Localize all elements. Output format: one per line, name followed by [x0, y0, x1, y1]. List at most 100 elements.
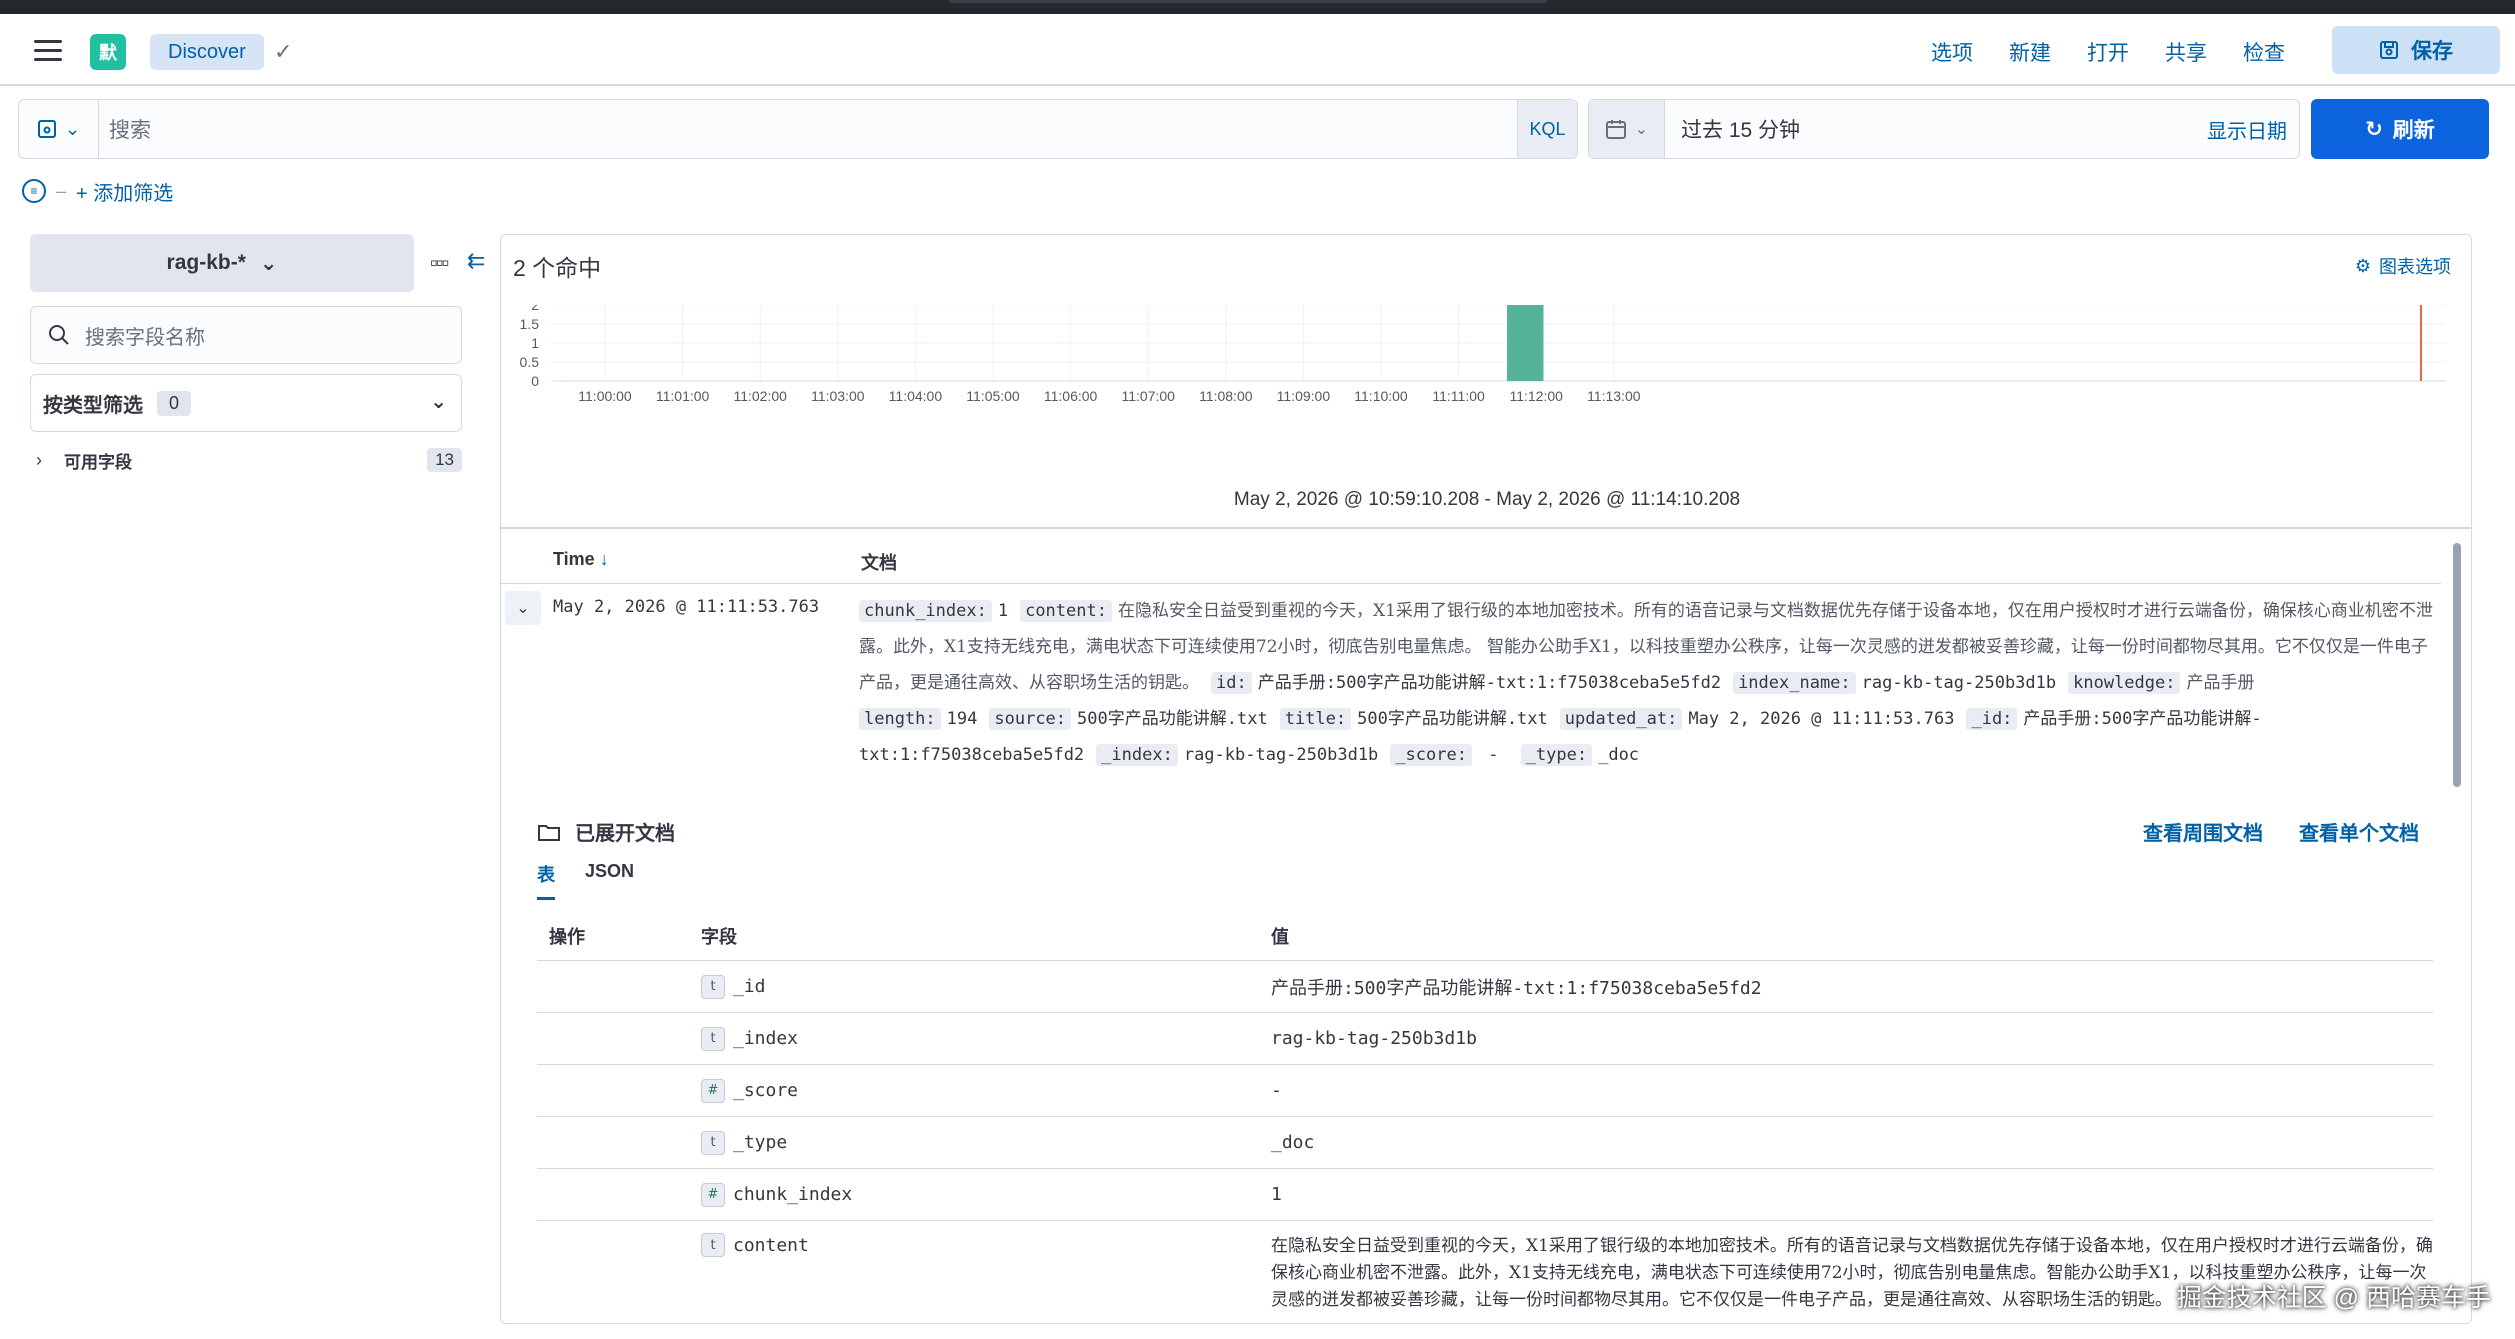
save-icon: [2380, 41, 2398, 59]
chart-options-button[interactable]: ⚙ 图表选项: [2355, 253, 2451, 279]
hit-count: 2 个命中: [513, 255, 602, 281]
table-row: # chunk_index 1: [537, 1169, 2433, 1221]
table-row: t _index rag-kb-tag-250b3d1b: [537, 1013, 2433, 1065]
inspect-link[interactable]: 检查: [2243, 37, 2285, 67]
doc-field-key: source:: [989, 708, 1072, 730]
field-name: _type: [733, 1132, 788, 1153]
field-name: _score: [733, 1080, 799, 1101]
table-row: t _id 产品手册:500字产品功能讲解-txt:1:f75038ceba5e5f…: [537, 961, 2433, 1013]
time-range-label[interactable]: 过去 15 分钟: [1681, 100, 1800, 158]
filter-by-type[interactable]: 按类型筛选 0 ⌄: [30, 374, 462, 432]
gear-icon: ⚙: [2354, 255, 2371, 276]
sort-arrow-icon[interactable]: ↓: [600, 549, 609, 569]
time-range-caption: May 2, 2026 @ 10:59:10.208 - May 2, 2026…: [1233, 489, 1741, 510]
expanded-doc-title: 已展开文档: [537, 817, 675, 846]
filter-row: ≡ – + 添加筛选: [22, 176, 173, 206]
doc-field-value: May 2, 2026 @ 11:11:53.763: [1688, 709, 1955, 729]
doc-field-key: index_name:: [1733, 672, 1856, 694]
view-single-link[interactable]: 查看单个文档: [2299, 817, 2419, 846]
table-row: t _type _doc: [537, 1117, 2433, 1169]
doc-field-value: _doc: [1598, 745, 1640, 765]
doc-field-value: 产品手册:500字产品功能讲解-txt:1:f75038ceba5e5fd2: [1257, 673, 1722, 693]
number-type-icon: #: [701, 1078, 725, 1103]
doc-summary: chunk_index: 1 content: 在隐私安全日益受到重视的今天，X1采用…: [859, 593, 2439, 773]
refresh-icon: ↻: [2365, 117, 2383, 141]
chevron-down-icon: ⌄: [64, 118, 81, 139]
top-nav-links: 选项 新建 打开 共享 检查: [1931, 34, 2285, 70]
open-link[interactable]: 打开: [2087, 37, 2129, 67]
doc-view-tabs: 表 JSON: [537, 861, 634, 900]
x-tick-label: 11:13:00: [1587, 388, 1641, 404]
calendar-icon: [1605, 120, 1626, 139]
string-type-icon: t: [701, 1026, 725, 1051]
chart-divider: [501, 527, 2471, 529]
field-value: _doc: [1271, 1132, 1315, 1153]
breadcrumb-discover[interactable]: Discover: [150, 34, 264, 70]
field-name-cell: t _index: [701, 1026, 1271, 1051]
results-panel: 2 个命中 ⚙ 图表选项 2 1.5 1 0.5 0 11:00:00 11:01:00 11…: [500, 234, 2472, 1324]
field-search-input[interactable]: 搜索字段名称: [30, 306, 462, 364]
doc-field-value: 产品手册: [2186, 673, 2255, 693]
collapse-row-button[interactable]: ⌄: [505, 591, 541, 625]
field-value: 1: [1271, 1184, 1282, 1205]
saved-query-button[interactable]: ⌄: [19, 100, 99, 158]
view-surrounding-link[interactable]: 查看周围文档: [2143, 817, 2263, 846]
doc-field-key: chunk_index:: [859, 600, 992, 622]
y-tick-label: 1: [531, 335, 539, 351]
x-tick-label: 11:04:00: [889, 388, 943, 404]
y-tick-label: 2: [531, 305, 539, 313]
available-fields-toggle[interactable]: › 可用字段 13: [36, 445, 462, 475]
save-label: 保存: [2411, 40, 2453, 63]
y-tick-label: 1.5: [520, 316, 540, 332]
field-name-cell: t content: [701, 1233, 1271, 1257]
doc-field-value: 500字产品功能讲解.txt: [1357, 709, 1548, 729]
doc-field-key: _type:: [1520, 744, 1593, 766]
field-value: rag-kb-tag-250b3d1b: [1271, 1028, 1477, 1049]
refresh-label: 刷新: [2392, 119, 2435, 142]
space-avatar[interactable]: 默: [90, 34, 126, 70]
chevron-down-icon: ⌄: [1634, 121, 1649, 138]
doc-timestamp: May 2, 2026 @ 11:11:53.763: [553, 597, 820, 617]
tab-json[interactable]: JSON: [585, 861, 634, 900]
scrollbar[interactable]: [2453, 543, 2461, 787]
x-tick-label: 11:01:00: [656, 388, 710, 404]
add-filter-button[interactable]: + 添加筛选: [76, 177, 173, 206]
search-input[interactable]: 搜索: [109, 100, 151, 158]
browser-top-strip: [0, 0, 2515, 14]
field-name-cell: # _score: [701, 1078, 1271, 1103]
chevron-down-icon: ⌄: [259, 251, 278, 275]
index-pattern-selector[interactable]: rag-kb-* ⌄: [30, 234, 414, 292]
available-fields-count: 13: [427, 448, 462, 472]
menu-icon[interactable]: [34, 40, 62, 62]
x-tick-label: 11:00:00: [578, 388, 632, 404]
save-button[interactable]: 保存: [2332, 26, 2500, 74]
y-tick-label: 0.5: [520, 354, 540, 370]
kql-button[interactable]: KQL: [1517, 100, 1577, 158]
more-options-icon[interactable]: ▫▫▫: [430, 250, 449, 276]
quick-menu-button[interactable]: ⌄: [1589, 100, 1665, 158]
show-dates-link[interactable]: 显示日期: [2207, 100, 2287, 158]
string-type-icon: t: [701, 974, 725, 999]
refresh-button[interactable]: ↻ 刷新: [2311, 99, 2489, 159]
share-link[interactable]: 共享: [2165, 37, 2207, 67]
field-name-cell: # chunk_index: [701, 1182, 1271, 1207]
saved-query-icon: [37, 120, 56, 138]
options-link[interactable]: 选项: [1931, 37, 1973, 67]
new-link[interactable]: 新建: [2009, 37, 2051, 67]
filter-icon[interactable]: ≡: [22, 179, 46, 203]
field-name: _id: [733, 976, 766, 997]
chart-options-label: 图表选项: [2379, 257, 2451, 277]
fields-table-header: 操作 字段 值: [537, 911, 2433, 961]
filter-count-badge: 0: [157, 390, 192, 416]
number-type-icon: #: [701, 1182, 725, 1207]
collapse-sidebar-icon[interactable]: ⇇: [467, 248, 485, 274]
x-tick-label: 11:07:00: [1121, 388, 1175, 404]
histogram-bar: [1507, 305, 1544, 381]
watermark: 掘金技术社区 @ 西哈赛车手: [2176, 1284, 2491, 1312]
fields-table: 操作 字段 值 t _id 产品手册:500字产品功能讲解-txt:1:f75038…: [537, 911, 2433, 1323]
time-column-header[interactable]: Time ↓: [553, 549, 609, 570]
tab-table[interactable]: 表: [537, 861, 555, 900]
doc-field-value: 1: [997, 601, 1009, 621]
app-header: 默 Discover ✓ 选项 新建 打开 共享 检查 保存: [0, 14, 2515, 86]
x-tick-label: 11:02:00: [733, 388, 787, 404]
